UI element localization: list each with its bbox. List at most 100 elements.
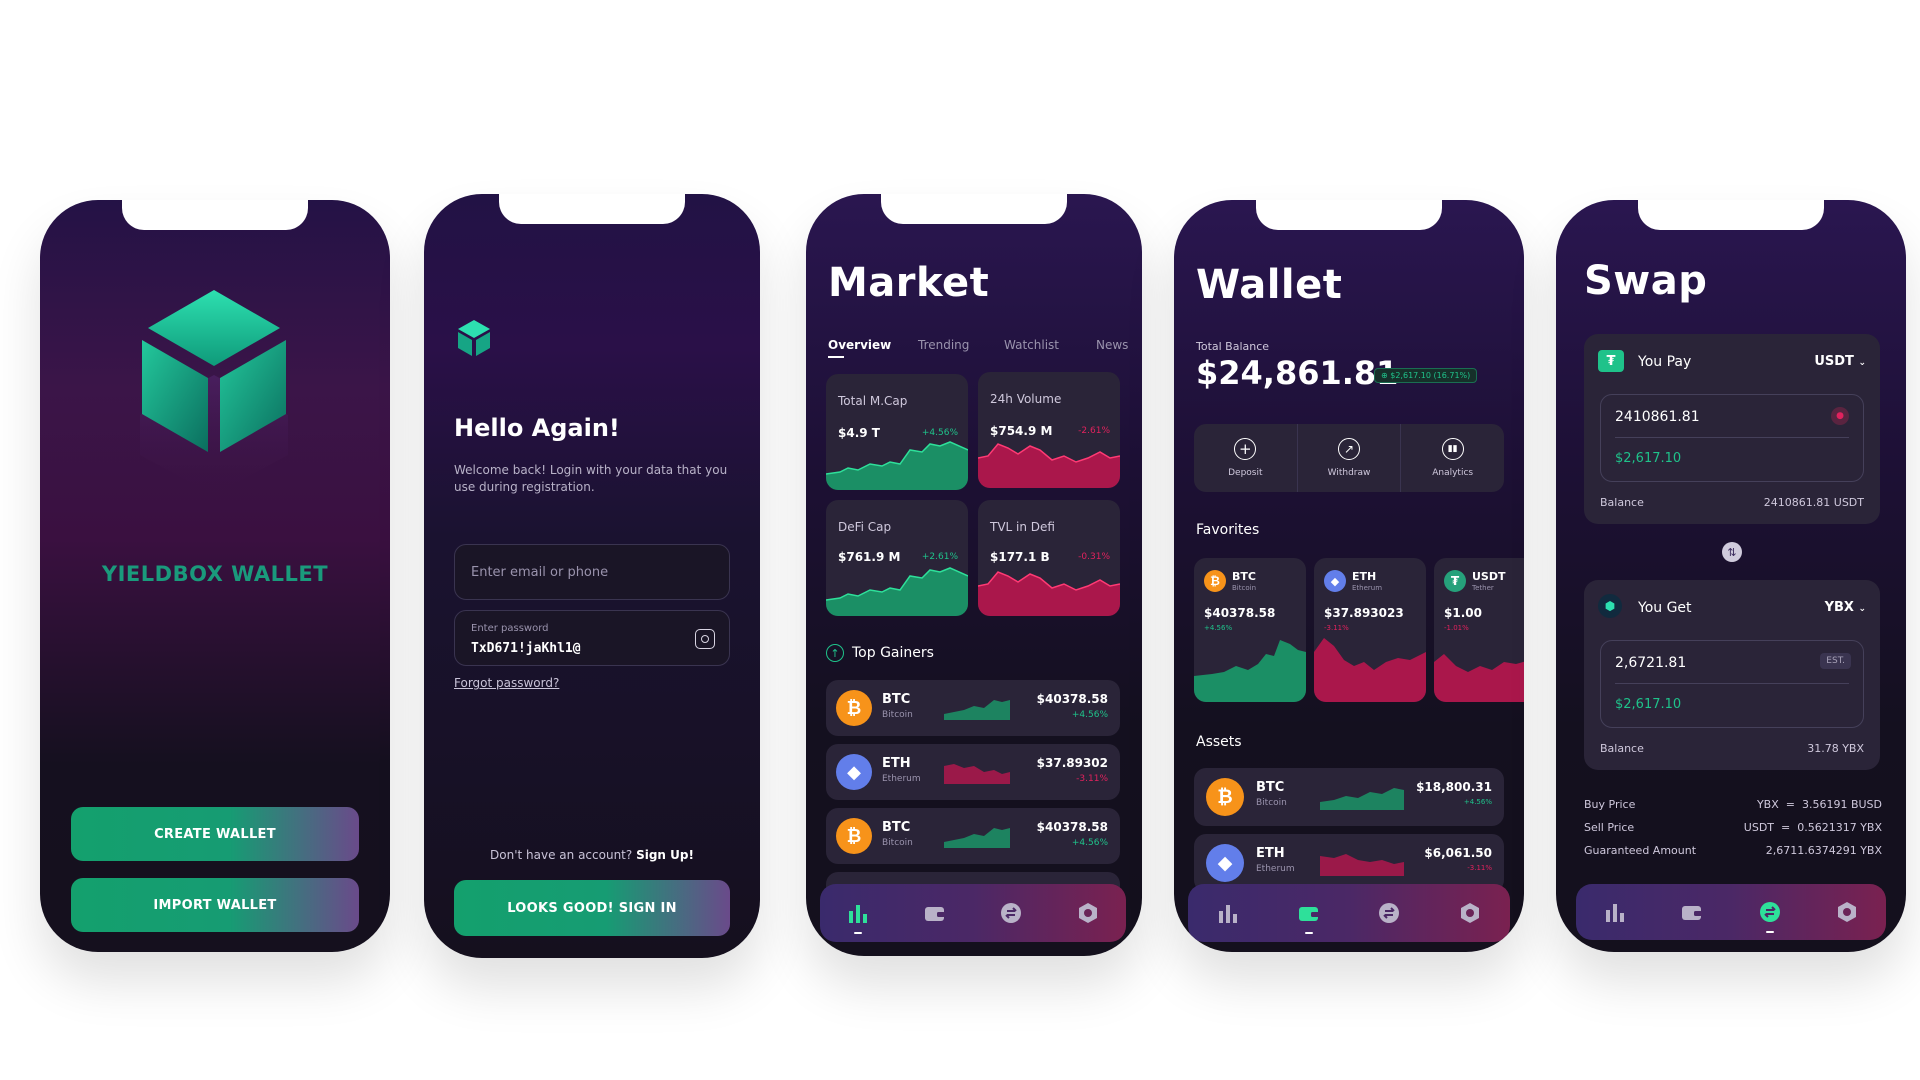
password-field[interactable]: Enter password TxD671!jaKhl1@ — [454, 610, 730, 666]
clear-icon[interactable]: ● — [1831, 407, 1849, 425]
token-selector-usdt[interactable]: USDT ⌄ — [1814, 354, 1866, 369]
wallet-screen: Wallet Total Balance $24,861.81 ⊕ $2,617… — [1174, 200, 1524, 952]
swap-icon[interactable] — [1377, 901, 1401, 925]
stat-value: $177.1 B — [990, 550, 1050, 564]
page-title: Swap — [1584, 258, 1708, 304]
stat-card-tvl-defi[interactable]: TVL in Defi $177.1 B -0.31% — [978, 500, 1120, 616]
forgot-password-link[interactable]: Forgot password? — [454, 676, 559, 690]
coin-price: $40378.58 — [1036, 820, 1108, 834]
token-symbol: YBX — [1824, 600, 1854, 615]
coin-change: +4.56% — [1463, 798, 1492, 806]
tab-overview[interactable]: Overview — [828, 338, 891, 352]
favorite-card[interactable]: ₮ USDT Tether $1.00 -1.01% — [1434, 558, 1524, 702]
eye-icon[interactable] — [695, 629, 715, 649]
settings-icon[interactable] — [1076, 901, 1100, 925]
wallet-icon[interactable] — [1680, 900, 1704, 924]
asset-row[interactable]: ₿ BTC Bitcoin $18,800.31 +4.56% — [1194, 768, 1504, 826]
you-pay-panel: ₮ You Pay USDT ⌄ 2410861.81 ● $2,617.10 … — [1584, 334, 1880, 524]
tab-trending[interactable]: Trending — [918, 338, 969, 352]
splash-screen: YIELDBOX WALLET CREATE WALLET IMPORT WAL… — [40, 200, 390, 952]
withdraw-label: Withdraw — [1327, 468, 1371, 478]
bar-chart-icon[interactable] — [1216, 901, 1240, 925]
coin-symbol: USDT — [1472, 570, 1506, 583]
eth-icon: ◆ — [1324, 570, 1346, 592]
coin-change: +4.56% — [1204, 624, 1233, 632]
pay-amount-field[interactable]: 2410861.81 ● $2,617.10 — [1600, 394, 1864, 482]
spark-chart — [1194, 640, 1306, 702]
notch — [122, 200, 308, 230]
favorite-card[interactable]: ₿ BTC Bitcoin $40378.58 +4.56% — [1194, 558, 1306, 702]
coin-name: Bitcoin — [882, 710, 913, 720]
spark-chart — [1320, 788, 1404, 810]
create-wallet-button[interactable]: CREATE WALLET — [71, 807, 359, 861]
balance-change-badge: ⊕ $2,617.10 (16.71%) — [1374, 368, 1478, 383]
trend-up-icon: ⊕ — [1381, 371, 1391, 380]
analytics-label: Analytics — [1432, 468, 1474, 478]
signup-link[interactable]: Sign Up! — [636, 848, 694, 862]
coin-price: $40378.58 — [1036, 692, 1108, 706]
total-balance: $24,861.81 — [1196, 354, 1399, 392]
tab-news[interactable]: News — [1096, 338, 1128, 352]
gainer-row[interactable]: ₿ BTC Bitcoin $40378.58 +4.56% — [826, 680, 1120, 736]
import-wallet-button[interactable]: IMPORT WALLET — [71, 878, 359, 932]
analytics-button[interactable]: ▮▮ Analytics — [1401, 424, 1504, 492]
login-title: Hello Again! — [454, 414, 620, 442]
stat-card-defi-cap[interactable]: DeFi Cap $761.9 M +2.61% — [826, 500, 968, 616]
ybx-icon: ⬢ — [1598, 594, 1622, 618]
stat-change: +4.56% — [921, 428, 958, 438]
tab-watchlist[interactable]: Watchlist — [1004, 338, 1059, 352]
page-title: Wallet — [1196, 262, 1343, 308]
bar-chart-icon[interactable] — [846, 901, 870, 934]
login-subtitle: Welcome back! Login with your data that … — [454, 463, 728, 494]
divider — [1615, 683, 1849, 684]
sign-in-button[interactable]: LOOKS GOOD! SIGN IN — [454, 880, 730, 936]
tab-indicator — [828, 356, 844, 358]
gainer-row[interactable]: ◆ ETH Etherum $37.89302 -3.11% — [826, 744, 1120, 800]
favorite-card[interactable]: ◆ ETH Etherum $37.893023 -3.11% — [1314, 558, 1426, 702]
top-gainers-title: Top Gainers — [852, 645, 934, 661]
deposit-button[interactable]: + Deposit — [1194, 424, 1298, 492]
coin-change: +4.56% — [1071, 838, 1108, 848]
wallet-icon[interactable] — [923, 901, 947, 925]
coin-name: Bitcoin — [1232, 584, 1257, 592]
stat-label: 24h Volume — [990, 392, 1062, 406]
bottom-nav — [1576, 884, 1886, 940]
info-value: YBX = 3.56191 BUSD — [1756, 798, 1882, 811]
bar-chart-icon[interactable] — [1603, 900, 1627, 924]
token-selector-ybx[interactable]: YBX ⌄ — [1825, 600, 1866, 615]
cube-logo-icon — [458, 320, 490, 356]
get-amount-field[interactable]: 2,6721.81 EST. $2,617.10 — [1600, 640, 1864, 728]
plus-icon: + — [1234, 438, 1257, 460]
spark-chart — [1314, 638, 1426, 702]
coin-name: Tether — [1472, 584, 1494, 592]
wallet-icon[interactable] — [1297, 901, 1321, 934]
favorites-title: Favorites — [1196, 522, 1260, 538]
coin-price: $6,061.50 — [1424, 846, 1492, 860]
stat-change: -2.61% — [1078, 426, 1110, 436]
withdraw-button[interactable]: ↗ Withdraw — [1298, 424, 1402, 492]
stat-card-24h-volume[interactable]: 24h Volume $754.9 M -2.61% — [978, 372, 1120, 488]
btc-icon: ₿ — [1204, 570, 1226, 592]
get-amount: 2,6721.81 — [1615, 655, 1687, 671]
swap-direction-icon[interactable]: ⇅ — [1722, 542, 1742, 562]
chevron-down-icon: ⌄ — [1858, 604, 1866, 614]
spark-chart — [1434, 654, 1524, 702]
gainer-row[interactable]: ₿ BTC Bitcoin $40378.58 +4.56% — [826, 808, 1120, 864]
settings-icon[interactable] — [1458, 901, 1482, 925]
brand-name: YIELDBOX WALLET — [101, 562, 329, 586]
btc-icon: ₿ — [1206, 778, 1244, 816]
you-get-panel: ⬢ You Get YBX ⌄ 2,6721.81 EST. $2,617.10… — [1584, 580, 1880, 770]
btc-icon: ₿ — [836, 690, 872, 726]
total-balance-label: Total Balance — [1196, 340, 1270, 353]
swap-icon[interactable] — [1758, 900, 1782, 933]
balance-label: Balance — [1600, 742, 1644, 755]
coin-symbol: ETH — [1352, 570, 1377, 583]
sell-price-row: Sell Price USDT = 0.5621317 YBX — [1584, 821, 1882, 844]
stat-card-total-mcap[interactable]: Total M.Cap $4.9 T +4.56% — [826, 374, 968, 490]
swap-info: Buy Price YBX = 3.56191 BUSD Sell Price US… — [1584, 798, 1882, 867]
settings-icon[interactable] — [1835, 900, 1859, 924]
page-title: Market — [828, 260, 990, 306]
swap-icon[interactable] — [999, 901, 1023, 925]
email-field[interactable]: Enter email or phone — [454, 544, 730, 600]
coin-symbol: ETH — [882, 756, 911, 771]
